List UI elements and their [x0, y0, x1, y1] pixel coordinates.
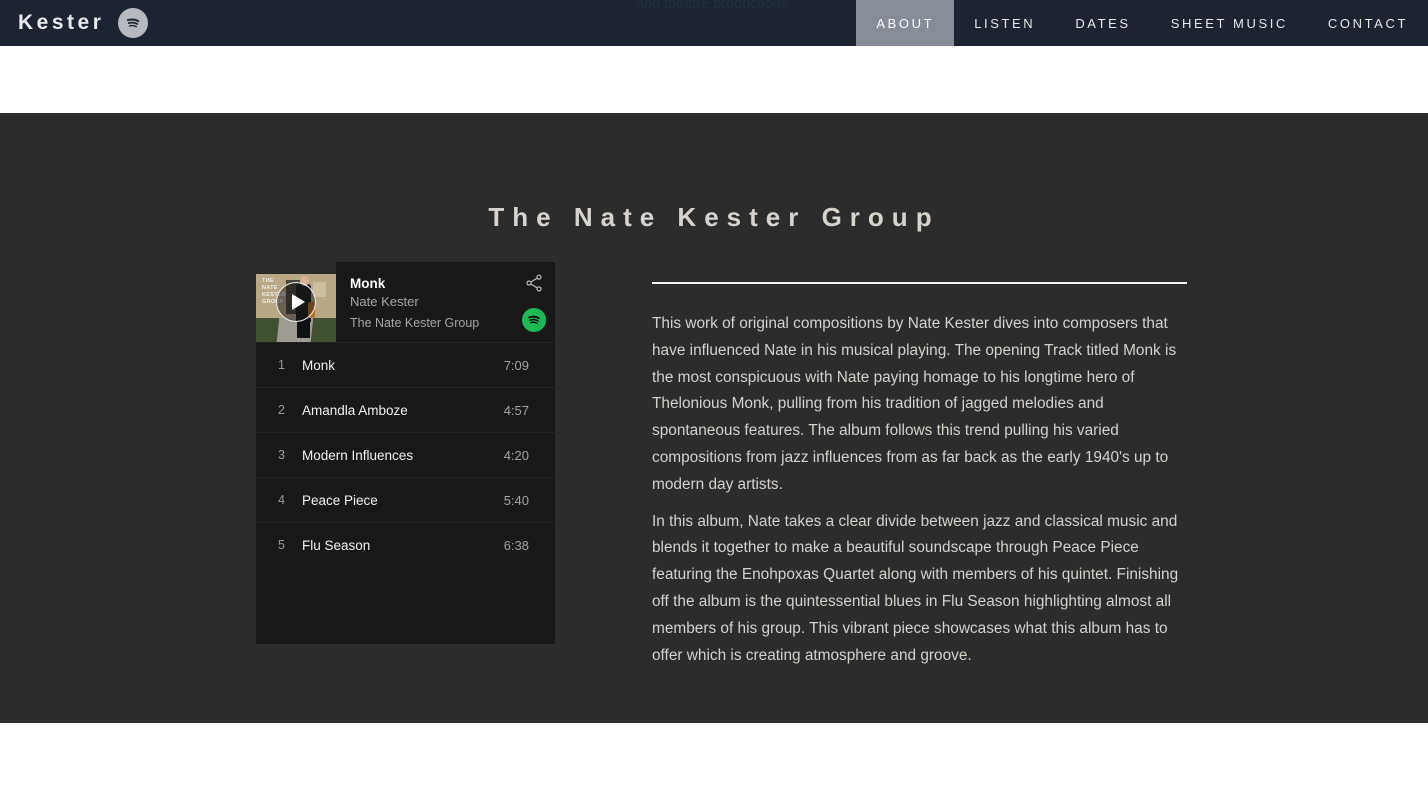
track-duration: 4:20 [503, 447, 529, 463]
spotify-icon[interactable] [118, 8, 149, 38]
brand-logo[interactable]: Kester [18, 8, 149, 38]
track-name: Flu Season [302, 537, 371, 553]
track-name: Amandla Amboze [302, 402, 408, 418]
table-row[interactable]: 3 Modern Influences 4:20 [256, 432, 555, 477]
track-duration: 7:09 [503, 357, 529, 373]
divider [652, 282, 1187, 284]
page-title: The Nate Kester Group [488, 202, 940, 232]
white-spacer-top [0, 46, 1428, 113]
share-icon[interactable] [524, 273, 544, 293]
spotify-player-widget[interactable]: THE NATE KESTER GROUP Monk Nate Kester T… [256, 262, 555, 644]
track-duration: 6:38 [503, 537, 529, 553]
description-paragraph-1: This work of original compositions by Na… [652, 315, 1177, 493]
track-list: 1 Monk 7:09 2 Amandla Amboze 4:57 3 Mode… [256, 342, 555, 567]
table-row[interactable]: 4 Peace Piece 5:40 [256, 477, 555, 522]
site-header: Kester and theatre productions. ABOUT LI… [0, 0, 1428, 46]
description-paragraph-2: In this album, Nate takes a clear divide… [652, 512, 1179, 664]
white-spacer-bottom [0, 723, 1428, 800]
table-row[interactable]: 2 Amandla Amboze 4:57 [256, 387, 555, 432]
spotify-icon[interactable] [522, 308, 546, 332]
album-description: This work of original compositions by Na… [652, 262, 1187, 679]
main-nav: ABOUT LISTEN DATES SHEET MUSIC CONTACT [856, 0, 1428, 46]
track-name: Monk [302, 357, 336, 373]
table-row[interactable]: 5 Flu Season 6:38 [256, 522, 555, 567]
player-header: THE NATE KESTER GROUP Monk Nate Kester T… [256, 262, 555, 342]
nav-item-contact[interactable]: CONTACT [1308, 0, 1428, 46]
player-metadata: Monk Nate Kester The Nate Kester Group [336, 262, 555, 342]
table-row[interactable]: 1 Monk 7:09 [256, 342, 555, 387]
track-name: Peace Piece [302, 492, 378, 508]
track-number: 3 [278, 448, 285, 462]
track-name: Modern Influences [302, 447, 414, 463]
track-number: 5 [278, 538, 285, 552]
track-number: 2 [278, 403, 285, 417]
play-icon[interactable] [276, 282, 316, 322]
nav-item-about[interactable]: ABOUT [856, 0, 955, 46]
nav-item-dates[interactable]: DATES [1055, 0, 1150, 46]
nav-item-listen[interactable]: LISTEN [954, 0, 1055, 46]
track-number: 1 [278, 358, 285, 372]
album-art-person-legs [297, 320, 310, 338]
nav-item-sheet-music[interactable]: SHEET MUSIC [1151, 0, 1308, 46]
album-art[interactable]: THE NATE KESTER GROUP [256, 262, 336, 342]
player-artist: Nate Kester [350, 294, 419, 309]
track-duration: 4:57 [503, 402, 529, 418]
brand-name: Kester [18, 11, 105, 34]
album-section: The Nate Kester Group THE NATE KESTER GR… [0, 113, 1428, 723]
play-triangle [291, 294, 305, 310]
track-duration: 5:40 [503, 492, 529, 508]
track-number: 4 [278, 493, 285, 507]
